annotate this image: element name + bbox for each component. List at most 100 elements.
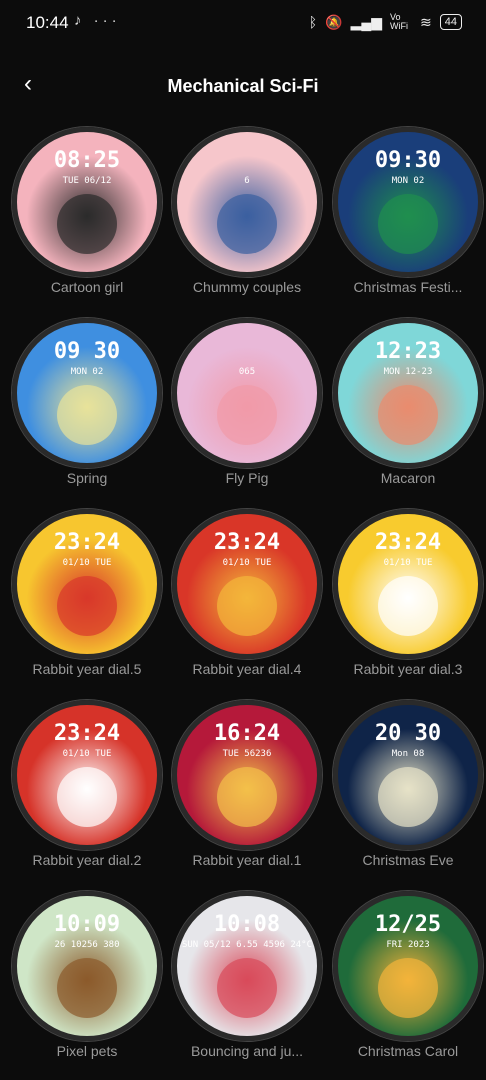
bluetooth-icon: ᛒ xyxy=(308,14,318,30)
watchface-preview[interactable]: 09:30 MON 02 xyxy=(333,127,483,277)
face-date: 01/10 TUE xyxy=(62,558,112,568)
face-time: 10:08 xyxy=(213,912,281,937)
face-time: 23:24 xyxy=(53,721,121,746)
watchface-label: Chummy couples xyxy=(192,279,302,295)
watchface-label: Rabbit year dial.1 xyxy=(192,852,302,868)
watchface-item[interactable]: 12/25 FRI 2023 Christmas Carol xyxy=(328,891,486,1071)
status-time: 10:44 xyxy=(26,13,69,32)
watchface-item[interactable]: 23:24 01/10 TUE Rabbit year dial.3 xyxy=(328,509,486,689)
face-illustration xyxy=(57,958,117,1018)
watchface-preview[interactable]: 23:24 01/10 TUE xyxy=(12,700,162,850)
watchface-item[interactable]: 6 Chummy couples xyxy=(167,127,327,307)
face-time: 08:25 xyxy=(53,148,121,173)
face-illustration xyxy=(57,385,117,445)
face-date: 065 xyxy=(238,367,256,377)
watchface-preview[interactable]: 12/25 FRI 2023 xyxy=(333,891,483,1041)
status-bar: 10:44 ♪ ··· ᛒ 🔕 ▂▄▆ Vo WiFi ≋ 44 xyxy=(0,0,486,48)
watchface-label: Bouncing and ju... xyxy=(190,1043,304,1059)
watchface-preview[interactable]: 08:25 TUE 06/12 xyxy=(12,127,162,277)
face-date: 01/10 TUE xyxy=(383,558,433,568)
watchface-label: Fly Pig xyxy=(225,470,269,486)
watchface-item[interactable]: 20 30 Mon 08 Christmas Eve xyxy=(328,700,486,880)
watchface-preview[interactable]: 10:08 SUN 05/12 6.55 4596 24°C xyxy=(172,891,322,1041)
face-date: MON 02 xyxy=(391,176,425,186)
face-date: 01/10 TUE xyxy=(62,749,112,759)
face-illustration xyxy=(217,385,277,445)
face-date: MON 12-23 xyxy=(383,367,433,377)
watchface-preview[interactable]: 6 xyxy=(172,127,322,277)
face-time: 12:23 xyxy=(374,339,442,364)
watchface-preview[interactable]: 23:24 01/10 TUE xyxy=(172,509,322,659)
face-illustration xyxy=(378,194,438,254)
face-illustration xyxy=(217,767,277,827)
watchface-label: Rabbit year dial.2 xyxy=(32,852,142,868)
watchface-preview[interactable]: 10:09 26 10256 380 xyxy=(12,891,162,1041)
watchface-item[interactable]: 10:08 SUN 05/12 6.55 4596 24°C Bouncing an… xyxy=(167,891,327,1071)
notification-icons: ♪ ··· xyxy=(74,12,121,29)
face-illustration xyxy=(57,767,117,827)
face-time: 09 30 xyxy=(53,339,121,364)
face-illustration xyxy=(378,385,438,445)
watchface-item[interactable]: 065 Fly Pig xyxy=(167,318,327,498)
watchface-label: Christmas Carol xyxy=(357,1043,459,1059)
watchface-preview[interactable]: 065 xyxy=(172,318,322,468)
watchface-label: Pixel pets xyxy=(56,1043,118,1059)
watchface-preview[interactable]: 23:24 01/10 TUE xyxy=(333,509,483,659)
watchface-item[interactable]: 09 30 MON 02 Spring xyxy=(7,318,167,498)
watchface-label: Rabbit year dial.3 xyxy=(353,661,463,677)
page-title: Mechanical Sci-Fi xyxy=(167,76,319,96)
watchface-label: Rabbit year dial.5 xyxy=(32,661,142,677)
face-date: Mon 08 xyxy=(391,749,425,759)
page-header: ‹ Mechanical Sci-Fi xyxy=(0,66,486,106)
watchface-item[interactable]: 12:23 MON 12-23 Macaron xyxy=(328,318,486,498)
mute-icon: 🔕 xyxy=(325,13,343,30)
face-date: TUE 56236 xyxy=(222,749,272,759)
watchface-item[interactable]: 23:24 01/10 TUE Rabbit year dial.5 xyxy=(7,509,167,689)
face-time: 16:24 xyxy=(213,721,281,746)
wifi-icon: ≋ xyxy=(420,13,432,30)
face-illustration xyxy=(217,194,277,254)
face-illustration xyxy=(57,576,117,636)
face-illustration xyxy=(378,576,438,636)
watchface-label: Spring xyxy=(66,470,108,486)
face-time: 23:24 xyxy=(213,530,281,555)
face-date: FRI 2023 xyxy=(386,940,430,950)
watchface-preview[interactable]: 23:24 01/10 TUE xyxy=(12,509,162,659)
watchface-item[interactable]: 10:09 26 10256 380 Pixel pets xyxy=(7,891,167,1071)
watchface-item[interactable]: 23:24 01/10 TUE Rabbit year dial.2 xyxy=(7,700,167,880)
watchface-label: Macaron xyxy=(380,470,436,486)
face-time: 09:30 xyxy=(374,148,442,173)
face-time: 23:24 xyxy=(53,530,121,555)
face-illustration xyxy=(217,958,277,1018)
watchface-item[interactable]: 23:24 01/10 TUE Rabbit year dial.4 xyxy=(167,509,327,689)
watchface-preview[interactable]: 12:23 MON 12-23 xyxy=(333,318,483,468)
watchface-item[interactable]: 08:25 TUE 06/12 Cartoon girl xyxy=(7,127,167,307)
vowifi-label: Vo WiFi xyxy=(390,12,409,31)
face-time: 20 30 xyxy=(374,721,442,746)
face-time: 23:24 xyxy=(374,530,442,555)
status-right: ᛒ 🔕 ▂▄▆ Vo WiFi ≋ 44 xyxy=(309,13,462,31)
face-illustration xyxy=(57,194,117,254)
watchface-label: Christmas Festi... xyxy=(353,279,463,295)
watchface-label: Rabbit year dial.4 xyxy=(192,661,302,677)
face-illustration xyxy=(378,767,438,827)
face-date: SUN 05/12 6.55 4596 24°C xyxy=(181,940,313,950)
face-time: 10:09 xyxy=(53,912,121,937)
face-date: 6 xyxy=(244,176,250,186)
watchface-preview[interactable]: 20 30 Mon 08 xyxy=(333,700,483,850)
face-date: 26 10256 380 xyxy=(54,940,120,950)
watchface-item[interactable]: 09:30 MON 02 Christmas Festi... xyxy=(328,127,486,307)
watchface-preview[interactable]: 09 30 MON 02 xyxy=(12,318,162,468)
face-time: 12/25 xyxy=(374,912,442,937)
face-date: 01/10 TUE xyxy=(222,558,272,568)
face-illustration xyxy=(217,576,277,636)
face-date: MON 02 xyxy=(70,367,104,377)
battery-icon: 44 xyxy=(439,14,462,30)
watchface-item[interactable]: 16:24 TUE 56236 Rabbit year dial.1 xyxy=(167,700,327,880)
face-date: TUE 06/12 xyxy=(62,176,112,186)
face-illustration xyxy=(378,958,438,1018)
watchface-label: Cartoon girl xyxy=(50,279,124,295)
signal-icon: ▂▄▆ xyxy=(350,13,383,30)
watchface-label: Christmas Eve xyxy=(362,852,454,868)
watchface-preview[interactable]: 16:24 TUE 56236 xyxy=(172,700,322,850)
